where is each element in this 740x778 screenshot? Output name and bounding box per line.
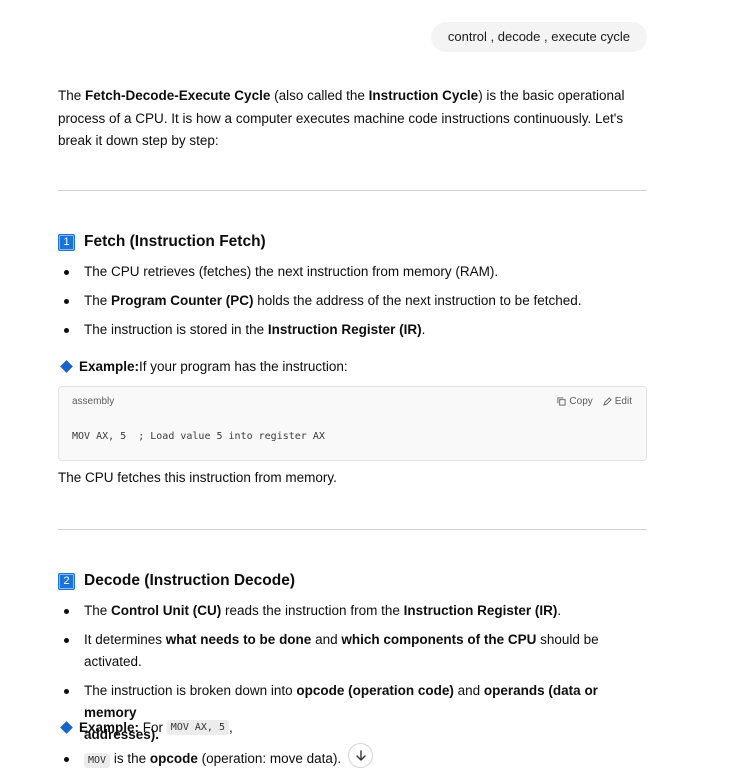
bullet-icon bbox=[64, 270, 69, 275]
section-title: Fetch (Instruction Fetch) bbox=[84, 233, 266, 250]
example-line: Example: If your program has the instruc… bbox=[58, 359, 348, 374]
list-item: It determines what needs to be done and … bbox=[58, 629, 648, 673]
copy-button[interactable]: Copy bbox=[557, 396, 593, 407]
bullet-icon bbox=[64, 328, 69, 333]
bullet-icon bbox=[64, 609, 69, 614]
bullet-icon bbox=[64, 638, 69, 643]
arrow-down-icon bbox=[355, 749, 366, 761]
inline-code: MOV bbox=[84, 753, 111, 768]
bullet-icon bbox=[64, 299, 69, 304]
user-message-text: control , decode , execute cycle bbox=[447, 29, 630, 44]
bullet-icon bbox=[64, 757, 69, 762]
copy-icon bbox=[557, 397, 566, 406]
code-content: MOV AX, 5 ; Load value 5 into register A… bbox=[72, 431, 325, 442]
list-item: The instruction is broken down into opco… bbox=[58, 680, 648, 746]
after-code-text: The CPU fetches this instruction from me… bbox=[58, 470, 337, 485]
pencil-icon bbox=[602, 397, 612, 406]
section-title: Decode (Instruction Decode) bbox=[84, 572, 295, 589]
user-message-bubble: control , decode , execute cycle bbox=[430, 22, 647, 52]
keycap-two-icon: 2 bbox=[58, 572, 75, 590]
code-block: assembly Copy Edit MOV AX, 5 ; Load valu… bbox=[58, 386, 647, 461]
blue-diamond-icon bbox=[60, 360, 73, 373]
scroll-to-bottom-button[interactable] bbox=[348, 743, 373, 768]
code-language-label: assembly bbox=[72, 396, 115, 407]
intro-paragraph: The Fetch-Decode-Execute Cycle (also cal… bbox=[58, 88, 625, 148]
example-line: Example: For MOV AX, 5, bbox=[58, 720, 233, 735]
inline-code: MOV AX, 5 bbox=[166, 720, 229, 735]
list-item: The instruction is stored in the Instruc… bbox=[58, 319, 648, 341]
divider bbox=[58, 190, 647, 191]
list-item: The CPU retrieves (fetches) the next ins… bbox=[58, 261, 648, 283]
section-heading-decode: 2 Decode (Instruction Decode) bbox=[58, 572, 295, 590]
edit-button[interactable]: Edit bbox=[602, 396, 632, 407]
section-heading-fetch: 1 Fetch (Instruction Fetch) bbox=[58, 233, 266, 251]
list-item: The Control Unit (CU) reads the instruct… bbox=[58, 600, 648, 622]
code-actions: Copy Edit bbox=[557, 396, 632, 407]
keycap-one-icon: 1 bbox=[58, 233, 75, 251]
bullet-icon bbox=[64, 689, 69, 694]
divider bbox=[58, 529, 647, 530]
blue-diamond-icon bbox=[60, 721, 73, 734]
fetch-bullet-list: The CPU retrieves (fetches) the next ins… bbox=[58, 261, 648, 341]
list-item: The Program Counter (PC) holds the addre… bbox=[58, 290, 648, 312]
